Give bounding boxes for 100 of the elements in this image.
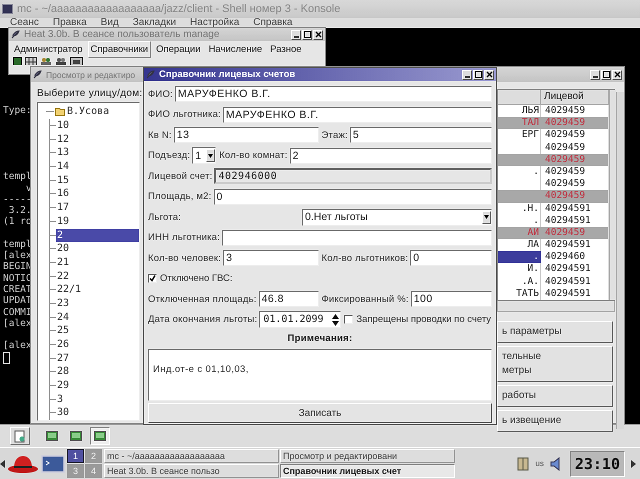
task-button[interactable]: mc - ~/aaaaaaaaaaaaaaaaaa xyxy=(104,449,279,463)
session-tab[interactable] xyxy=(90,427,110,445)
input-field[interactable]: 3 xyxy=(223,250,318,266)
checkbox[interactable] xyxy=(148,274,157,284)
table-cell[interactable]: 40294591 xyxy=(541,239,609,252)
menu-item[interactable]: Разное xyxy=(267,40,305,58)
tree-item[interactable]: 15 xyxy=(56,174,72,187)
table-cell[interactable] xyxy=(498,154,541,166)
input-field[interactable]: 13 xyxy=(174,127,318,144)
input-field[interactable]: 0 xyxy=(214,188,492,205)
menu-item[interactable]: Операции xyxy=(153,40,204,58)
scroll-left-icon[interactable] xyxy=(0,460,5,468)
people-icon[interactable] xyxy=(40,57,52,65)
table-cell[interactable]: . xyxy=(498,214,541,227)
book-icon[interactable] xyxy=(13,57,22,65)
input-field[interactable]: 5 xyxy=(350,127,492,144)
action-button[interactable]: работы xyxy=(497,385,613,407)
input-field[interactable] xyxy=(222,230,492,246)
tree-item[interactable]: 10 xyxy=(56,119,72,132)
scroll-right-icon[interactable] xyxy=(631,460,636,468)
tree-item[interactable]: 19 xyxy=(56,214,72,228)
action-button[interactable]: ь извещение xyxy=(497,410,613,432)
close-button[interactable] xyxy=(484,70,494,80)
date-spinner[interactable]: 01.01.2099 xyxy=(259,311,342,328)
tree-item[interactable]: 16 xyxy=(56,187,72,200)
people-icon[interactable] xyxy=(55,57,67,65)
table-cell[interactable]: .А. xyxy=(498,276,541,288)
tree-item[interactable]: 22/1 xyxy=(56,283,84,296)
menu-item[interactable]: Начисление xyxy=(206,40,266,58)
input-field[interactable]: МАРУФЕНКО В.Г. xyxy=(222,106,492,123)
minimize-button[interactable] xyxy=(462,70,472,80)
tree-item[interactable]: 13 xyxy=(56,146,72,160)
task-button[interactable]: Heat 3.0b. В сеансе пользо xyxy=(104,464,279,478)
input-field[interactable]: 402946000 xyxy=(214,168,492,184)
tree-item[interactable]: 17 xyxy=(56,201,72,214)
menu-item[interactable]: Справка xyxy=(253,18,292,28)
tree-item[interactable]: 21 xyxy=(56,256,72,269)
table-cell[interactable]: И. xyxy=(498,263,541,276)
action-button[interactable]: ь параметры xyxy=(497,321,613,343)
table-cell[interactable]: 4029459 xyxy=(541,166,609,178)
tree-item[interactable]: В.Усова xyxy=(66,105,112,118)
dropdown[interactable]: 0.Нет льготы xyxy=(302,208,492,226)
table-cell[interactable]: 4029460 xyxy=(541,251,609,264)
notes-field[interactable]: Инд.от-е с 01,10,03, xyxy=(148,349,492,401)
table-cell[interactable]: ТАТЬ xyxy=(498,288,541,300)
spinner-arrows-icon[interactable] xyxy=(331,312,340,327)
keyboard-layout[interactable]: us xyxy=(535,459,544,468)
table-cell[interactable]: . xyxy=(498,166,541,178)
tree-item[interactable]: 26 xyxy=(56,338,72,352)
scrollbar[interactable] xyxy=(609,90,616,300)
input-field[interactable]: 100 xyxy=(410,291,492,308)
table-cell[interactable]: ЛЬЯ xyxy=(498,105,541,118)
menu-item[interactable]: Правка xyxy=(52,18,87,28)
tree-item[interactable]: 14 xyxy=(56,160,72,174)
input-field[interactable]: 0 xyxy=(410,250,492,266)
table-cell[interactable]: . xyxy=(498,251,541,264)
tree-item[interactable]: 12 xyxy=(56,132,72,146)
book-icon[interactable] xyxy=(517,456,530,470)
terminal-icon[interactable] xyxy=(41,454,65,474)
tree-item[interactable]: 20 xyxy=(56,242,72,256)
menu-item[interactable]: Закладки xyxy=(132,18,176,28)
tree-item[interactable]: 27 xyxy=(56,352,72,365)
tree-item[interactable]: 24 xyxy=(56,310,72,324)
scrollbar[interactable] xyxy=(497,301,615,312)
task-button[interactable]: Просмотр и редактировани xyxy=(280,449,455,463)
tree-item[interactable]: 30 xyxy=(56,406,72,420)
menu-item[interactable]: Вид xyxy=(100,18,119,28)
table-cell[interactable]: 40294591 xyxy=(541,288,609,300)
dropdown[interactable]: 1 xyxy=(192,147,216,164)
new-session-button[interactable] xyxy=(10,427,30,445)
tree-item[interactable]: 28 xyxy=(56,365,72,378)
menu-item[interactable]: Справочники xyxy=(88,40,152,58)
table-cell[interactable]: 4029459 xyxy=(541,129,609,142)
table-cell[interactable]: ЕРГ xyxy=(498,129,541,142)
input-field[interactable]: 46.8 xyxy=(258,291,318,308)
tree-item[interactable]: 2 xyxy=(56,228,139,242)
screen-icon[interactable] xyxy=(70,57,83,65)
menu-item[interactable]: Администратор xyxy=(11,40,86,58)
tree-item[interactable]: 25 xyxy=(56,324,72,338)
scrollbar[interactable] xyxy=(616,92,624,429)
table-cell[interactable] xyxy=(498,190,541,202)
column-header[interactable]: Лицевой xyxy=(541,90,609,105)
menu-item[interactable]: Сеанс xyxy=(10,18,39,28)
tree-item[interactable]: 23 xyxy=(56,296,72,310)
input-field[interactable]: 2 xyxy=(290,148,492,164)
table-cell[interactable]: 40294591 xyxy=(541,276,609,288)
maximize-button[interactable] xyxy=(473,70,483,80)
grid-icon[interactable] xyxy=(25,57,37,65)
desktop-button[interactable]: 1 xyxy=(67,449,84,463)
table-cell[interactable]: .Н. xyxy=(498,202,541,215)
tree-item[interactable]: 29 xyxy=(56,379,72,392)
task-button[interactable]: Справочник лицевых счет xyxy=(280,464,455,478)
table-cell[interactable]: 40294591 xyxy=(541,202,609,215)
action-button[interactable]: тельные метры xyxy=(497,346,613,382)
save-button[interactable]: Записать xyxy=(148,403,492,423)
table-cell[interactable]: ЛА xyxy=(498,239,541,252)
table-cell[interactable]: 40294591 xyxy=(541,263,609,276)
input-field[interactable]: МАРУФЕНКО В.Г. xyxy=(174,86,492,102)
tree-item[interactable]: 22 xyxy=(56,270,72,283)
checkbox[interactable] xyxy=(344,315,354,324)
